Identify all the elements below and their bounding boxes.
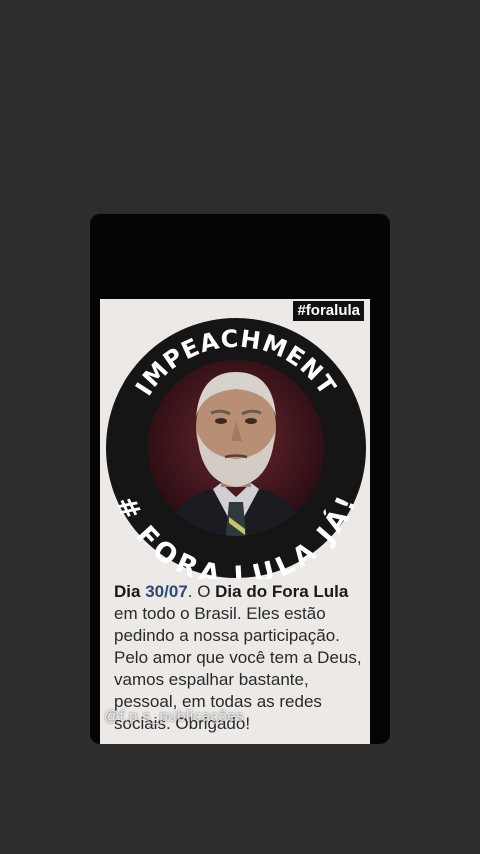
post-card: #foralula IMPEACHMENT # FORA LULA JÁ! Di… xyxy=(100,299,370,744)
story-frame[interactable]: #foralula IMPEACHMENT # FORA LULA JÁ! Di… xyxy=(90,214,390,744)
watermark-text: @f.p.s_publicações xyxy=(104,708,245,725)
caption-mid: . O xyxy=(187,582,211,601)
caption-date: 30/07 xyxy=(145,582,188,601)
caption-highlight: Dia do Fora Lula xyxy=(215,582,349,601)
impeachment-badge: IMPEACHMENT # FORA LULA JÁ! xyxy=(106,318,366,579)
caption-day-label: Dia xyxy=(114,582,141,601)
